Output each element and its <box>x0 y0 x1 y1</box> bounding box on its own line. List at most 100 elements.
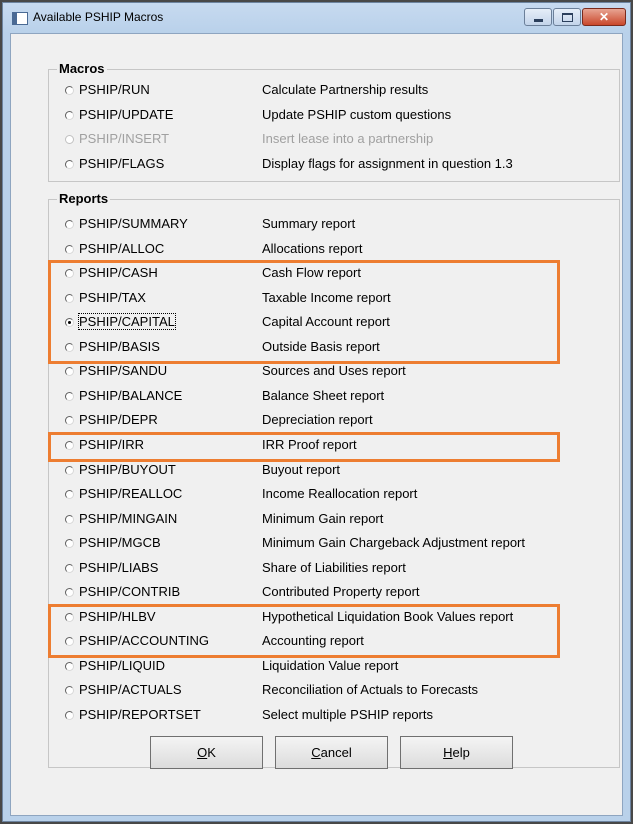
radio-button <box>63 133 75 145</box>
radio-button[interactable] <box>63 611 75 623</box>
macro-name-label[interactable]: PSHIP/TAX <box>79 290 146 305</box>
close-button[interactable] <box>582 8 626 26</box>
radio-option-basis[interactable]: PSHIP/BASIS Outside Basis report <box>49 335 619 359</box>
cancel-button[interactable]: Cancel <box>275 736 388 769</box>
maximize-button[interactable] <box>553 8 581 26</box>
radio-option-hlbv[interactable]: PSHIP/HLBV Hypothetical Liquidation Book … <box>49 605 619 629</box>
radio-button[interactable] <box>63 109 75 121</box>
radio-button[interactable] <box>63 267 75 279</box>
ok-button[interactable]: OK <box>150 736 263 769</box>
radio-button[interactable] <box>63 586 75 598</box>
radio-option-alloc[interactable]: PSHIP/ALLOC Allocations report <box>49 237 619 261</box>
radio-button[interactable] <box>63 365 75 377</box>
radio-option-cash[interactable]: PSHIP/CASH Cash Flow report <box>49 261 619 285</box>
macro-description: Buyout report <box>262 461 341 477</box>
macro-name-label[interactable]: PSHIP/REPORTSET <box>79 707 201 722</box>
macro-name-label[interactable]: PSHIP/BUYOUT <box>79 462 176 477</box>
macro-name-label[interactable]: PSHIP/BASIS <box>79 339 160 354</box>
radio-option-capital[interactable]: PSHIP/CAPITAL Capital Account report <box>49 310 619 334</box>
radio-option-mgcb[interactable]: PSHIP/MGCB Minimum Gain Chargeback Adjust… <box>49 531 619 555</box>
radio-button[interactable] <box>63 537 75 549</box>
macro-name-label[interactable]: PSHIP/LIQUID <box>79 658 165 673</box>
radio-button[interactable] <box>63 488 75 500</box>
help-button[interactable]: Help <box>400 736 513 769</box>
dialog-client-area: Macros PSHIP/RUN Calculate Partnership re… <box>10 33 623 816</box>
macro-name-label[interactable]: PSHIP/DEPR <box>79 412 158 427</box>
title-bar[interactable]: Available PSHIP Macros <box>3 3 630 33</box>
radio-button[interactable] <box>63 84 75 96</box>
macro-description: Sources and Uses report <box>262 363 406 379</box>
macro-name-label[interactable]: PSHIP/CAPITAL <box>78 313 176 331</box>
radio-button[interactable] <box>63 635 75 647</box>
minimize-button[interactable] <box>524 8 552 26</box>
macro-name-label[interactable]: PSHIP/ALLOC <box>79 241 164 256</box>
radio-option-irr[interactable]: PSHIP/IRR IRR Proof report <box>49 433 619 457</box>
radio-option-depr[interactable]: PSHIP/DEPR Depreciation report <box>49 408 619 432</box>
macro-description: Hypothetical Liquidation Book Values rep… <box>262 608 514 624</box>
radio-option-tax[interactable]: PSHIP/TAX Taxable Income report <box>49 286 619 310</box>
radio-button[interactable] <box>63 513 75 525</box>
radio-option-liabs[interactable]: PSHIP/LIABS Share of Liabilities report <box>49 556 619 580</box>
macro-name-label[interactable]: PSHIP/IRR <box>79 437 144 452</box>
macro-name-label[interactable]: PSHIP/SANDU <box>79 363 167 378</box>
macro-name-label[interactable]: PSHIP/ACTUALS <box>79 682 182 697</box>
macro-name-label[interactable]: PSHIP/MGCB <box>79 535 161 550</box>
radio-button[interactable] <box>63 709 75 721</box>
radio-button[interactable] <box>63 562 75 574</box>
radio-option-liquid[interactable]: PSHIP/LIQUID Liquidation Value report <box>49 654 619 678</box>
radio-option-mingain[interactable]: PSHIP/MINGAIN Minimum Gain report <box>49 507 619 531</box>
macro-description: Taxable Income report <box>262 289 391 305</box>
macro-name-label: PSHIP/INSERT <box>79 131 170 146</box>
radio-option-contrib[interactable]: PSHIP/CONTRIB Contributed Property report <box>49 580 619 604</box>
macro-description: Display flags for assignment in question… <box>262 155 513 171</box>
radio-button[interactable] <box>63 218 75 230</box>
radio-option-reportset[interactable]: PSHIP/REPORTSET Select multiple PSHIP rep… <box>49 703 619 727</box>
reports-group: Reports PSHIP/SUMMARY Summary report PSHIP… <box>48 191 620 768</box>
radio-option-realloc[interactable]: PSHIP/REALLOC Income Reallocation report <box>49 482 619 506</box>
macro-name-label[interactable]: PSHIP/CASH <box>79 265 158 280</box>
macro-name-label[interactable]: PSHIP/MINGAIN <box>79 511 177 526</box>
macro-description: Contributed Property report <box>262 584 420 600</box>
radio-button[interactable] <box>63 464 75 476</box>
macro-description: Depreciation report <box>262 412 373 428</box>
macro-name-label[interactable]: PSHIP/UPDATE <box>79 107 173 122</box>
radio-button[interactable] <box>63 292 75 304</box>
macro-description: Select multiple PSHIP reports <box>262 707 433 722</box>
macro-name-label[interactable]: PSHIP/ACCOUNTING <box>79 633 209 648</box>
macros-group-title: Macros <box>57 61 107 76</box>
radio-button[interactable] <box>63 390 75 402</box>
radio-option-update[interactable]: PSHIP/UPDATE Update PSHIP custom question… <box>49 103 619 127</box>
radio-option-accounting[interactable]: PSHIP/ACCOUNTING Accounting report <box>49 629 619 653</box>
radio-button[interactable] <box>63 316 75 328</box>
macro-description: Balance Sheet report <box>262 387 385 403</box>
radio-button[interactable] <box>63 439 75 451</box>
macro-description: Reconciliation of Actuals to Forecasts <box>262 682 479 698</box>
radio-option-flags[interactable]: PSHIP/FLAGS Display flags for assignment … <box>49 152 619 176</box>
macro-name-label[interactable]: PSHIP/SUMMARY <box>79 216 188 231</box>
radio-option-balance[interactable]: PSHIP/BALANCE Balance Sheet report <box>49 384 619 408</box>
macro-name-label[interactable]: PSHIP/CONTRIB <box>79 584 180 599</box>
macro-description: Capital Account report <box>262 314 390 330</box>
macro-name-label[interactable]: PSHIP/RUN <box>79 82 150 97</box>
radio-button[interactable] <box>63 243 75 255</box>
macro-name-label[interactable]: PSHIP/BALANCE <box>79 388 182 403</box>
macro-name-label[interactable]: PSHIP/HLBV <box>79 609 156 624</box>
macro-description: Minimum Gain Chargeback Adjustment repor… <box>262 535 526 551</box>
radio-option-sandu[interactable]: PSHIP/SANDU Sources and Uses report <box>49 359 619 383</box>
macro-description: Share of Liabilities report <box>262 559 406 575</box>
radio-option-run[interactable]: PSHIP/RUN Calculate Partnership results <box>49 78 619 102</box>
radio-option-buyout[interactable]: PSHIP/BUYOUT Buyout report <box>49 458 619 482</box>
macro-description: Cash Flow report <box>262 265 361 281</box>
macro-name-label[interactable]: PSHIP/REALLOC <box>79 486 182 501</box>
dialog-window: Available PSHIP Macros Macros PSHIP/RUN C… <box>2 2 631 822</box>
radio-button[interactable] <box>63 341 75 353</box>
radio-button[interactable] <box>63 158 75 170</box>
radio-option-actuals[interactable]: PSHIP/ACTUALS Reconciliation of Actuals t… <box>49 678 619 702</box>
macro-name-label[interactable]: PSHIP/FLAGS <box>79 156 164 171</box>
macro-description: Summary report <box>262 216 356 231</box>
radio-option-summary[interactable]: PSHIP/SUMMARY Summary report <box>49 212 619 236</box>
radio-button[interactable] <box>63 414 75 426</box>
radio-button[interactable] <box>63 684 75 696</box>
radio-button[interactable] <box>63 660 75 672</box>
macro-name-label[interactable]: PSHIP/LIABS <box>79 560 158 575</box>
